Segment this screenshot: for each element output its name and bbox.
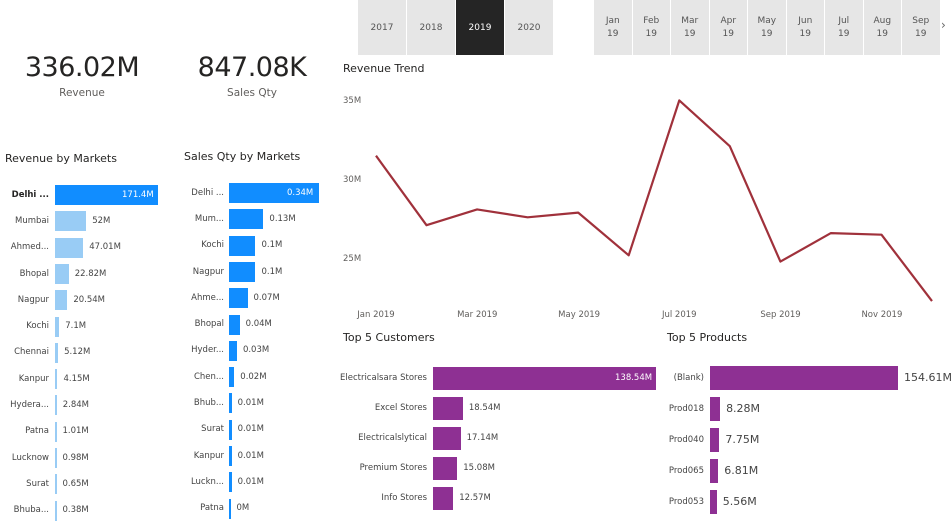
revenue-trend-line[interactable]: [375, 99, 933, 302]
revenue-trend-point[interactable]: [929, 298, 935, 304]
revenue-trend-point[interactable]: [474, 206, 480, 212]
revenue-trend-chart: [373, 97, 935, 304]
revenue-trend-point[interactable]: [626, 252, 632, 258]
revenue-trend-point[interactable]: [676, 97, 682, 103]
revenue-trend-point[interactable]: [373, 153, 379, 159]
revenue-trend-point[interactable]: [828, 230, 834, 236]
revenue-trend-point[interactable]: [777, 259, 783, 265]
revenue-trend-point[interactable]: [575, 210, 581, 216]
revenue-trend-point[interactable]: [878, 232, 884, 238]
revenue-trend-point[interactable]: [424, 222, 430, 228]
revenue-trend-point[interactable]: [727, 143, 733, 149]
revenue-trend-point[interactable]: [525, 214, 531, 220]
